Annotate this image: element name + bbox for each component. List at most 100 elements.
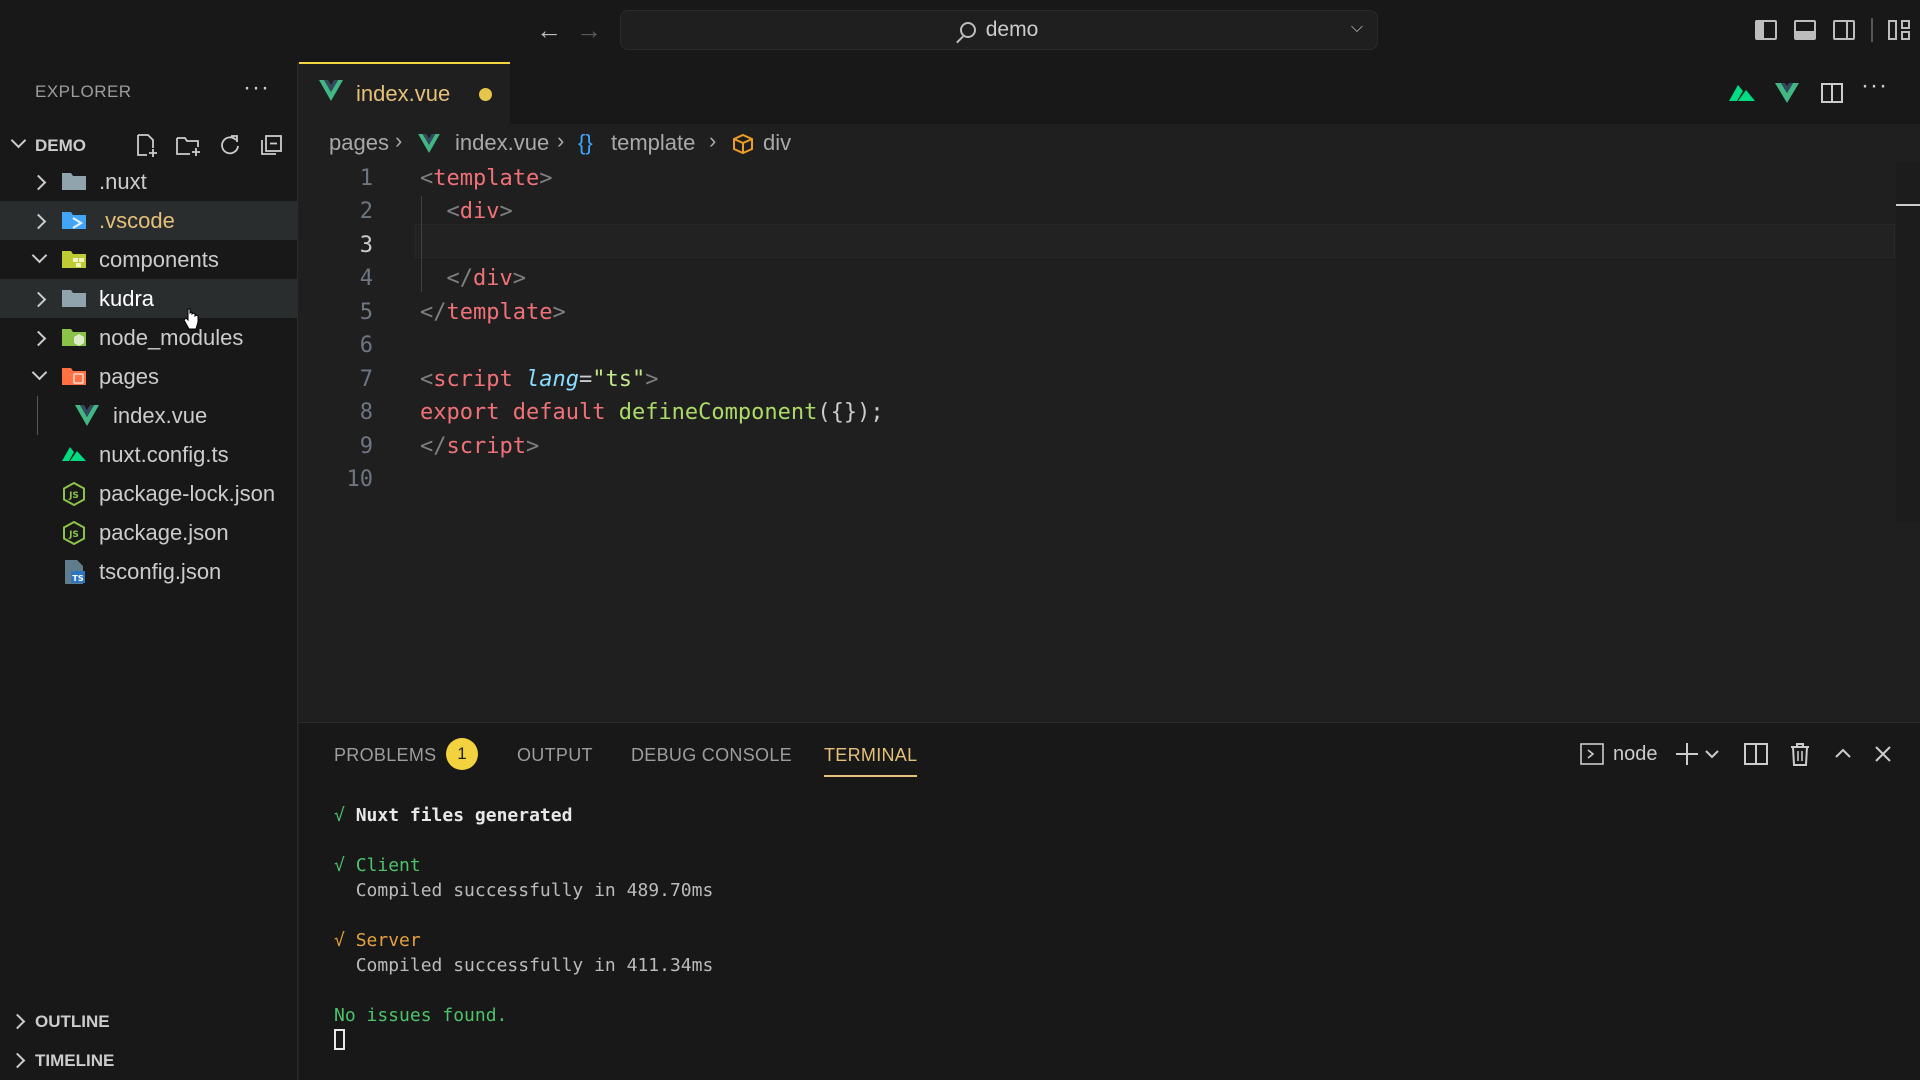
code-editor[interactable]: 1 2 3 4 5 6 7 8 9 10 <template> <div> </… [299, 162, 1920, 722]
outline-section-header[interactable]: OUTLINE [0, 1004, 298, 1040]
tab-problems[interactable]: PROBLEMS [334, 745, 436, 766]
tree-item-vscode[interactable]: .vscode [0, 201, 298, 240]
attr-value: "ts" [592, 367, 646, 392]
collapse-all-icon[interactable] [258, 132, 286, 158]
chevron-down-icon[interactable]: ⌵ [1351, 19, 1363, 37]
cube-icon [733, 133, 753, 155]
tree-item-label: nuxt.config.ts [99, 441, 229, 467]
tree-item-label: package-lock.json [99, 480, 276, 506]
minimap[interactable] [1896, 162, 1920, 522]
scroll-indicator [1896, 204, 1920, 206]
vue-devtools-icon[interactable] [1772, 78, 1802, 108]
svg-text:TS: TS [72, 574, 83, 583]
timeline-section-header[interactable]: TIMELINE [0, 1043, 298, 1079]
tree-item-index-vue[interactable]: index.vue [0, 396, 298, 435]
tree-item-kudra[interactable]: kudra [0, 279, 298, 318]
toggle-panel-button[interactable] [1790, 15, 1820, 45]
more-actions-icon[interactable]: ··· [243, 74, 270, 102]
tab-index-vue[interactable]: index.vue [299, 62, 510, 124]
breadcrumb-template[interactable]: template [611, 130, 695, 156]
customize-layout-icon [1888, 20, 1910, 40]
terminal-name[interactable]: node [1613, 743, 1658, 773]
chevron-right-icon: › [395, 128, 403, 153]
components-folder-icon [62, 251, 86, 268]
code-line: </template> [420, 300, 566, 325]
node-js-icon: JS [63, 521, 85, 545]
chevron-up-icon[interactable] [1831, 739, 1855, 769]
close-icon[interactable] [1871, 739, 1895, 769]
toggle-primary-sidebar-button[interactable] [1751, 15, 1781, 45]
svg-text:JS: JS [68, 491, 79, 501]
customize-layout-button[interactable] [1884, 15, 1914, 45]
explorer-sidebar: EXPLORER ··· DEMO .nuxt .vscode componen… [0, 62, 298, 1080]
panel-layout-icon [1794, 20, 1816, 40]
more-actions-icon[interactable]: ··· [1861, 72, 1891, 102]
tree-item-label: .vscode [99, 207, 175, 233]
refresh-icon[interactable] [216, 132, 244, 158]
check-mark: √ [334, 930, 345, 951]
chevron-right-icon: › [709, 128, 717, 153]
bottom-panel: PROBLEMS 1 OUTPUT DEBUG CONSOLE TERMINAL… [299, 722, 1920, 1080]
code-line: <script lang="ts"> [420, 367, 659, 392]
editor-tab-bar: index.vue ··· [299, 62, 1920, 124]
breadcrumb-div[interactable]: div [763, 130, 791, 156]
tag-name: template [446, 300, 553, 325]
workspace-header[interactable]: DEMO [0, 128, 298, 162]
tree-item-package-lock[interactable]: JS package-lock.json [0, 474, 298, 513]
breadcrumb-pages[interactable]: pages [329, 130, 389, 156]
tree-item-pages[interactable]: pages [0, 357, 298, 396]
sidebar-layout-icon [1755, 20, 1777, 40]
terminal-line: Nuxt files generated [355, 805, 573, 826]
code-line: <div> [446, 199, 513, 224]
terminal-line: Server [355, 930, 421, 951]
vue-icon [319, 80, 343, 101]
toggle-secondary-sidebar-button[interactable] [1829, 15, 1859, 45]
command-center-text: demo [985, 18, 1039, 41]
vscode-folder-icon [62, 212, 86, 229]
split-editor-icon[interactable] [1817, 78, 1847, 108]
code-line: export default defineComponent({}); [420, 400, 884, 425]
split-terminal-icon[interactable] [1743, 739, 1769, 769]
line-number: 7 [359, 367, 373, 392]
chevron-down-icon [31, 364, 48, 381]
current-line-highlight [415, 224, 1895, 258]
tree-item-label: node_modules [99, 324, 244, 350]
tree-item-node-modules[interactable]: node_modules [0, 318, 298, 357]
tree-item-label: tsconfig.json [99, 558, 222, 584]
tree-item-label: .nuxt [99, 168, 147, 194]
chevron-down-icon[interactable] [1703, 739, 1721, 769]
trash-icon[interactable] [1787, 739, 1813, 769]
search-icon [959, 22, 976, 38]
tree-item-package-json[interactable]: JS package.json [0, 513, 298, 552]
terminal-line: Compiled successfully in 489.70ms [355, 880, 714, 901]
plus-icon[interactable] [1673, 739, 1701, 769]
tag-name: div [473, 266, 513, 291]
tree-item-components[interactable]: components [0, 240, 298, 279]
tree-item-tsconfig[interactable]: TS tsconfig.json [0, 552, 298, 591]
secondary-sidebar-layout-icon [1833, 20, 1855, 40]
tree-item-label: package.json [99, 519, 229, 545]
command-center-search[interactable]: demo ⌵ [620, 10, 1378, 50]
code-line: </script> [420, 434, 540, 459]
outline-label: OUTLINE [35, 1012, 110, 1031]
terminal-icon [1580, 743, 1604, 765]
node-js-icon: JS [63, 482, 85, 506]
forward-arrow-icon[interactable]: → [573, 14, 605, 46]
folder-icon [62, 173, 86, 190]
tree-indent-guide [37, 396, 38, 435]
breadcrumb-file[interactable]: index.vue [455, 130, 549, 156]
new-folder-icon[interactable] [174, 132, 202, 158]
new-file-icon[interactable] [132, 132, 160, 158]
svg-text:JS: JS [68, 530, 79, 540]
nuxt-icon[interactable] [1727, 78, 1757, 108]
tab-debug-console[interactable]: DEBUG CONSOLE [631, 745, 792, 766]
tree-item-nuxt[interactable]: .nuxt [0, 162, 298, 201]
back-arrow-icon[interactable]: ← [533, 14, 565, 46]
tab-output[interactable]: OUTPUT [517, 745, 593, 766]
terminal-output[interactable]: √ Nuxt files generated √ Client Compiled… [334, 803, 713, 1028]
tab-terminal[interactable]: TERMINAL [824, 745, 917, 766]
tree-item-nuxt-config[interactable]: nuxt.config.ts [0, 435, 298, 474]
unsaved-dot-icon[interactable] [479, 88, 492, 101]
chevron-down-icon [10, 132, 27, 149]
workspace-name: DEMO [35, 136, 86, 155]
